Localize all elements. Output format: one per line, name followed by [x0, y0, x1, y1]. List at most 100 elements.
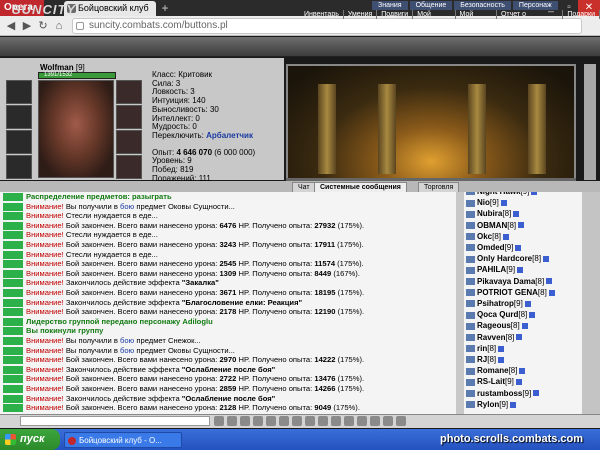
user-name[interactable]: Rageous	[477, 321, 511, 330]
timestamp-badge[interactable]	[3, 279, 23, 288]
menu-inventory[interactable]: Инвентарь	[300, 10, 344, 19]
settings-icon[interactable]	[370, 416, 380, 426]
user-name[interactable]: Night Hawk	[477, 192, 521, 196]
bag-icon[interactable]	[305, 416, 315, 426]
shield-slot[interactable]	[116, 130, 142, 154]
timestamp-badge[interactable]	[3, 356, 23, 365]
user-name[interactable]: Psihatrop	[477, 299, 514, 308]
user-name[interactable]: RJ	[477, 355, 487, 364]
user-name[interactable]: Qoca Qurd	[477, 310, 518, 319]
user-name[interactable]: rin	[477, 344, 487, 353]
user-entry[interactable]: Qoca Qurd[8]	[466, 309, 536, 320]
log-scrollbar[interactable]	[456, 192, 464, 414]
reload-icon[interactable]: ↻	[36, 19, 50, 33]
menu-my-city[interactable]: Мой Город	[456, 10, 497, 27]
tab-trade[interactable]: Торговля	[418, 182, 460, 192]
user-entry[interactable]: rustamboss[9]	[466, 388, 540, 399]
mail-icon[interactable]	[331, 416, 341, 426]
timestamp-badge[interactable]	[3, 221, 23, 230]
user-name[interactable]: rustamboss	[477, 389, 522, 398]
user-name[interactable]: Okc	[477, 232, 492, 241]
timestamp-badge[interactable]	[3, 250, 23, 259]
battle-link[interactable]: бою	[120, 202, 134, 211]
menu-skills[interactable]: Умения	[344, 10, 378, 19]
user-entry[interactable]: Pikavaya Dama[8]	[466, 276, 553, 287]
menu-personazh[interactable]: Персонаж	[512, 1, 558, 10]
user-entry[interactable]: rin[8]	[466, 343, 505, 354]
menu-my-castle[interactable]: Мой Замок	[413, 10, 456, 27]
timestamp-badge[interactable]	[3, 327, 23, 336]
user-entry[interactable]: Omded[9]	[466, 242, 522, 253]
info-icon[interactable]	[546, 278, 553, 285]
menu-transfers[interactable]: Отчет о переводах	[497, 10, 564, 27]
timestamp-badge[interactable]	[3, 202, 23, 211]
user-name[interactable]: Ravven	[477, 333, 505, 342]
map-icon[interactable]	[318, 416, 328, 426]
user-entry[interactable]: POTRIOT GENA[8]	[466, 287, 555, 298]
timestamp-badge[interactable]	[3, 317, 23, 326]
switch-link[interactable]: Арбалетчик	[206, 131, 253, 140]
tab-chat[interactable]: Чат	[292, 182, 316, 192]
timestamp-badge[interactable]	[3, 404, 23, 413]
menu-obshchenie[interactable]: Общение	[409, 1, 453, 10]
character-name[interactable]: Wolfman [9]	[40, 63, 85, 72]
menu-bezopasnost[interactable]: Безопасность	[454, 1, 511, 10]
timestamp-badge[interactable]	[3, 394, 23, 403]
info-icon[interactable]	[521, 323, 528, 330]
info-icon[interactable]	[515, 244, 522, 251]
browser-tab[interactable]: Бойцовский клуб	[64, 1, 156, 16]
info-icon[interactable]	[531, 192, 538, 195]
timestamp-badge[interactable]	[3, 308, 23, 317]
filter-icon[interactable]	[253, 416, 263, 426]
clear-icon[interactable]	[240, 416, 250, 426]
info-icon[interactable]	[529, 312, 536, 319]
menu-gifts[interactable]: Подарки	[563, 10, 600, 19]
user-entry[interactable]: OBMAN[8]	[466, 220, 525, 231]
ring-slot[interactable]	[116, 80, 142, 104]
timestamp-badge[interactable]	[3, 231, 23, 240]
quest-icon[interactable]	[357, 416, 367, 426]
top-right-scrollbar[interactable]	[584, 64, 596, 180]
user-entry[interactable]: Rylon[9]	[466, 399, 517, 410]
chat-input[interactable]	[20, 416, 210, 426]
info-icon[interactable]	[498, 345, 505, 352]
user-entry[interactable]: Nubira[8]	[466, 208, 520, 219]
menu-znaniya[interactable]: Знания	[372, 1, 408, 10]
user-name[interactable]: Nio	[477, 198, 490, 207]
weapon-slot[interactable]	[6, 105, 32, 129]
user-entry[interactable]: PAHILA[9]	[466, 264, 524, 275]
timestamp-badge[interactable]	[3, 289, 23, 297]
timestamp-badge[interactable]	[3, 375, 23, 384]
info-icon[interactable]	[543, 256, 550, 263]
info-icon[interactable]	[513, 211, 520, 218]
user-name[interactable]: RS-Lait	[477, 377, 505, 386]
info-icon[interactable]	[533, 390, 540, 397]
user-entry[interactable]: Psihatrop[9]	[466, 298, 531, 309]
battle-link[interactable]: бою	[120, 346, 134, 355]
smiles-icon[interactable]	[214, 416, 224, 426]
timestamp-badge[interactable]	[3, 193, 23, 201]
timestamp-badge[interactable]	[3, 298, 23, 307]
user-name[interactable]: OBMAN	[477, 221, 507, 230]
user-entry[interactable]: Okc[8]	[466, 231, 510, 242]
info-icon[interactable]	[510, 401, 517, 408]
info-icon[interactable]	[519, 368, 526, 375]
user-name[interactable]: Romane	[477, 366, 509, 375]
menu-feats[interactable]: Подвиги	[377, 10, 414, 19]
user-name[interactable]: Rylon	[477, 400, 499, 409]
location-scene[interactable]	[286, 64, 576, 180]
forward-icon[interactable]: ▶	[20, 19, 34, 33]
timestamp-badge[interactable]	[3, 212, 23, 221]
info-icon[interactable]	[503, 233, 510, 240]
info-icon[interactable]	[515, 379, 522, 386]
translit-icon[interactable]	[266, 416, 276, 426]
user-entry[interactable]: RS-Lait[9]	[466, 376, 522, 387]
info-icon[interactable]	[498, 356, 505, 363]
back-icon[interactable]: ◀	[4, 19, 18, 33]
user-entry[interactable]: Nio[9]	[466, 197, 507, 208]
info-icon[interactable]	[517, 267, 524, 274]
user-name[interactable]: Omded	[477, 243, 505, 252]
user-name[interactable]: Pikavaya Dama	[477, 277, 535, 286]
timestamp-badge[interactable]	[3, 365, 23, 374]
exit-icon[interactable]	[396, 416, 406, 426]
